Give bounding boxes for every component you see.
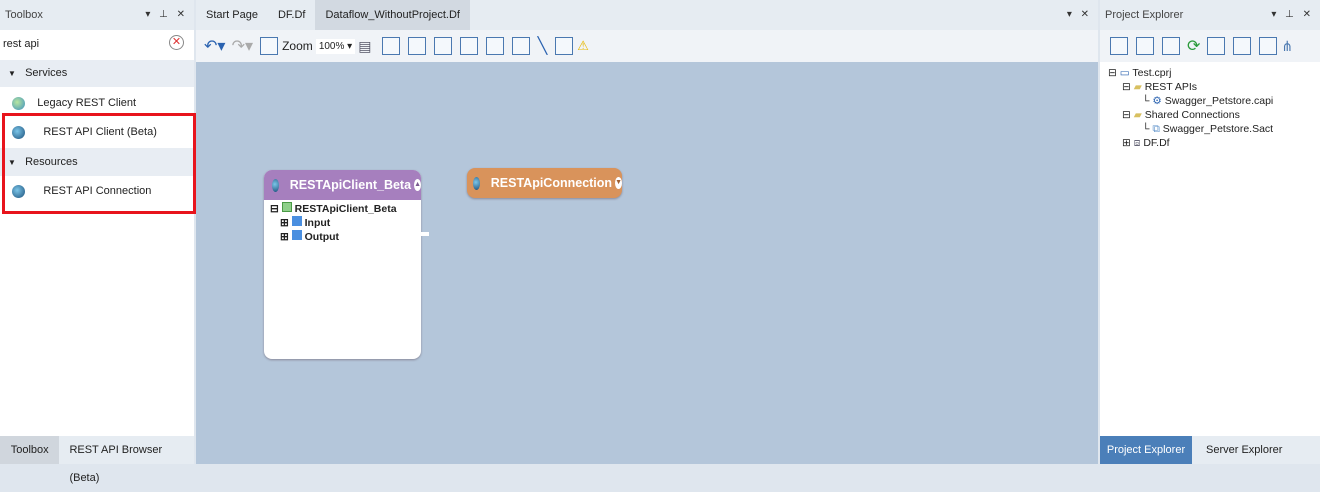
connector-icon[interactable]: ╲	[538, 36, 548, 56]
tree-input[interactable]: ⊞ Input	[270, 216, 415, 230]
grid-icon[interactable]	[555, 37, 574, 55]
group-label: Services	[25, 67, 68, 79]
collapse-icon[interactable]: ▲	[414, 179, 421, 191]
panel-icon-2[interactable]	[1233, 37, 1252, 55]
print-icon[interactable]: ▤	[358, 38, 371, 55]
group-services[interactable]: ▼ Services	[0, 60, 194, 87]
globe-icon	[473, 176, 481, 190]
panel-controls[interactable]: ▾ ⊥ ✕	[1271, 9, 1314, 20]
tab-df[interactable]: DF.Df	[268, 0, 316, 30]
tab-rest-api-browser[interactable]: REST API Browser (Beta)	[59, 436, 194, 484]
tool-icon-3[interactable]	[433, 37, 452, 55]
tree-df[interactable]: ⊞ ⧈ DF.Df	[1108, 136, 1312, 150]
tree-project[interactable]: ⊟ ▭ Test.cprj	[1108, 66, 1312, 80]
panel-icon-1[interactable]	[1207, 37, 1226, 55]
tree-output[interactable]: ⊞ Output	[270, 230, 415, 244]
expand-icon[interactable]: ▼	[615, 177, 622, 189]
warning-icon[interactable]: ⚠	[577, 38, 589, 54]
panel-controls[interactable]: ▾ ⊥ ✕	[145, 9, 188, 20]
redo-icon[interactable]: ↷▾	[232, 36, 253, 56]
node-rest-api-client[interactable]: RESTApiClient_Beta ▲ ⊟ RESTApiClient_Bet…	[264, 170, 421, 359]
node-rest-api-connection[interactable]: RESTApiConnection ▼	[467, 168, 622, 198]
clear-search-icon[interactable]: ✕	[169, 35, 184, 50]
tree-root[interactable]: ⊟ RESTApiClient_Beta	[270, 202, 415, 216]
node-title: RESTApiConnection	[490, 176, 613, 190]
tree-folder-rest-apis[interactable]: ⊟ ▰ REST APIs	[1108, 80, 1312, 94]
close-project-icon[interactable]	[1110, 37, 1128, 55]
globe-icon	[12, 96, 25, 110]
editor: Start Page DF.Df Dataflow_WithoutProject…	[196, 0, 1098, 464]
undo-icon[interactable]: ↶▾	[204, 36, 225, 56]
search-box[interactable]: rest api ✕	[0, 30, 194, 58]
tab-controls[interactable]: ▾ ✕	[1067, 9, 1092, 20]
search-input[interactable]: rest api	[3, 38, 39, 50]
project-explorer-panel: Project Explorer ▾ ⊥ ✕ ⟳ ⋔ ⊟ ▭ Test.cprj …	[1100, 0, 1320, 464]
tool-icon-4[interactable]	[459, 37, 478, 55]
output-port[interactable]	[421, 232, 429, 236]
globe-icon	[272, 178, 280, 192]
tool-icon-6[interactable]	[511, 37, 530, 55]
node-title: RESTApiClient_Beta	[289, 178, 412, 192]
highlight-box	[2, 113, 196, 214]
build-icon[interactable]	[1136, 37, 1154, 55]
tab-project-explorer[interactable]: Project Explorer	[1100, 436, 1192, 464]
tab-server-explorer[interactable]: Server Explorer	[1192, 436, 1282, 464]
toolbox-panel: Toolbox ▾ ⊥ ✕ rest api ✕ ▼ Services Lega…	[0, 0, 196, 484]
refresh-icon[interactable]: ⟳	[1187, 36, 1200, 56]
tree-item-sact[interactable]: └ ⧉ Swagger_Petstore.Sact	[1108, 122, 1312, 136]
add-icon[interactable]	[1259, 37, 1278, 55]
graph-icon[interactable]: ⋔	[1281, 38, 1293, 55]
zoom-label: Zoom	[282, 39, 313, 53]
tree-folder-shared[interactable]: ⊟ ▰ Shared Connections	[1108, 108, 1312, 122]
toolbar: ↶▾ ↷▾ Zoom 100% ▾ ▤ ╲ ⚠	[196, 30, 1098, 62]
tab-start-page[interactable]: Start Page	[196, 0, 268, 30]
tool-icon-2[interactable]	[407, 37, 426, 55]
tab-dataflow[interactable]: Dataflow_WithoutProject.Df	[315, 0, 470, 30]
item-label: Legacy REST Client	[37, 97, 137, 109]
tool-icon-5[interactable]	[485, 37, 504, 55]
tool-icon-1[interactable]	[381, 37, 400, 55]
tree-item-capi[interactable]: └ ⚙ Swagger_Petstore.capi	[1108, 94, 1312, 108]
layout-icon[interactable]	[260, 37, 279, 55]
tab-toolbox[interactable]: Toolbox	[0, 436, 60, 464]
validate-icon[interactable]	[1162, 37, 1180, 55]
zoom-select[interactable]: 100% ▾	[315, 38, 356, 54]
